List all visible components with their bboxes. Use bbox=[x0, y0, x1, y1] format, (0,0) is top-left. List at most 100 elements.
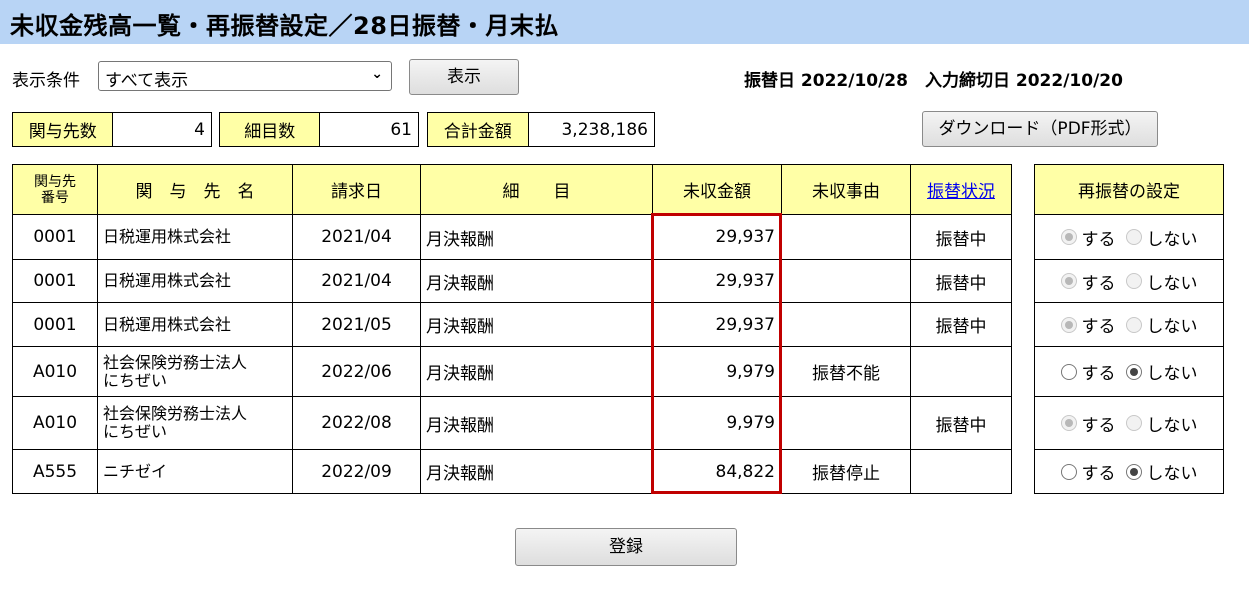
refund-cell: する しない bbox=[1034, 259, 1224, 303]
reason-cell: 振替不能 bbox=[781, 346, 911, 397]
radio-dot bbox=[1060, 229, 1077, 245]
refund-row: する しない bbox=[1034, 449, 1224, 494]
radio-dot[interactable] bbox=[1125, 363, 1142, 380]
unpaid-amount-cell: 9,979 bbox=[652, 346, 782, 397]
billing-date-cell: 2021/04 bbox=[292, 214, 421, 260]
total-amount-box: 合計金額 3,238,186 bbox=[427, 112, 655, 147]
filter-select[interactable]: すべて表示 ⌄ bbox=[98, 61, 392, 91]
item-cell: 月決報酬 bbox=[420, 214, 653, 260]
header-unpaid-amount: 未収金額 bbox=[652, 164, 782, 215]
refund-cell: する しない bbox=[1034, 346, 1224, 397]
client-name-cell: 社会保険労務士法人 にちぜい bbox=[97, 396, 293, 450]
transfer-status-link[interactable]: 振替状況 bbox=[927, 182, 995, 202]
refund-row: する しない bbox=[1034, 259, 1224, 303]
radio-dot[interactable] bbox=[1060, 363, 1077, 380]
page-title: 未収金残高一覧・再振替設定／28日振替・月末払 bbox=[10, 12, 559, 40]
radio-label: する bbox=[1081, 273, 1116, 294]
refund-no-radio: しない bbox=[1125, 411, 1198, 436]
reason-cell: 振替停止 bbox=[781, 449, 911, 494]
client-name-cell: 日税運用株式会社 bbox=[97, 259, 293, 303]
radio-label: する bbox=[1081, 229, 1116, 250]
unpaid-amount-cell: 84,822 bbox=[652, 449, 782, 494]
header-client-name: 関 与 先 名 bbox=[97, 164, 293, 215]
refund-yes-radio: する bbox=[1060, 225, 1116, 250]
client-no-cell: 0001 bbox=[12, 259, 98, 303]
radio-dot bbox=[1125, 415, 1142, 431]
refund-header-row: 再振替の設定 bbox=[1034, 164, 1224, 215]
radio-label: する bbox=[1081, 317, 1116, 337]
header-transfer-status[interactable]: 振替状況 bbox=[910, 164, 1012, 215]
refund-no-radio[interactable]: しない bbox=[1125, 459, 1198, 484]
table-row: 0001 日税運用株式会社 2021/04 月決報酬 29,937 振替中 bbox=[12, 214, 1012, 260]
refund-no-radio: しない bbox=[1125, 225, 1198, 250]
billing-date-cell: 2022/09 bbox=[292, 449, 421, 494]
refund-yes-radio: する bbox=[1060, 312, 1116, 337]
reason-cell bbox=[781, 302, 911, 347]
client-name-cell: 日税運用株式会社 bbox=[97, 214, 293, 260]
refund-yes-radio[interactable]: する bbox=[1060, 359, 1116, 384]
status-cell: 振替中 bbox=[910, 302, 1012, 347]
register-button[interactable]: 登録 bbox=[515, 528, 737, 566]
radio-dot bbox=[1125, 229, 1142, 245]
radio-dot bbox=[1060, 273, 1077, 289]
radio-label: しない bbox=[1146, 229, 1198, 250]
item-cell: 月決報酬 bbox=[420, 449, 653, 494]
reason-cell bbox=[781, 396, 911, 450]
items-count-box: 細目数 61 bbox=[219, 112, 419, 147]
refund-yes-radio: する bbox=[1060, 269, 1116, 294]
radio-label: しない bbox=[1146, 273, 1198, 294]
client-no-cell: 0001 bbox=[12, 302, 98, 347]
table-row: 0001 日税運用株式会社 2021/04 月決報酬 29,937 振替中 bbox=[12, 259, 1012, 303]
header-client-no: 関与先 番号 bbox=[12, 164, 98, 215]
table-row: 0001 日税運用株式会社 2021/05 月決報酬 29,937 振替中 bbox=[12, 302, 1012, 347]
refund-no-radio: しない bbox=[1125, 312, 1198, 337]
billing-date-cell: 2021/04 bbox=[292, 259, 421, 303]
header-billing-date: 請求日 bbox=[292, 164, 421, 215]
radio-dot bbox=[1125, 273, 1142, 289]
radio-dot[interactable] bbox=[1125, 463, 1142, 480]
radio-label: しない bbox=[1146, 415, 1198, 436]
refund-cell: する しない bbox=[1034, 214, 1224, 260]
item-cell: 月決報酬 bbox=[420, 396, 653, 450]
refund-cell: する しない bbox=[1034, 302, 1224, 347]
total-amount-value: 3,238,186 bbox=[561, 119, 648, 140]
status-cell: 振替中 bbox=[910, 214, 1012, 260]
refund-no-radio[interactable]: しない bbox=[1125, 359, 1198, 384]
table-row: A555 ニチゼイ 2022/09 月決報酬 84,822 振替停止 bbox=[12, 449, 1012, 494]
table-header-row: 関与先 番号 関 与 先 名 請求日 細 目 未収金額 未収事由 振替状況 bbox=[12, 164, 1012, 215]
download-pdf-button[interactable]: ダウンロード（PDF形式） bbox=[922, 111, 1158, 147]
chevron-down-icon: ⌄ bbox=[371, 66, 383, 82]
clients-count-box: 関与先数 4 bbox=[12, 112, 212, 147]
radio-label: しない bbox=[1146, 464, 1198, 484]
refund-yes-radio[interactable]: する bbox=[1060, 459, 1116, 484]
table-row: A010 社会保険労務士法人 にちぜい 2022/06 月決報酬 9,979 振替不能 bbox=[12, 346, 1012, 397]
refund-row: する しない bbox=[1034, 396, 1224, 450]
refund-row: する しない bbox=[1034, 346, 1224, 397]
billing-date-cell: 2021/05 bbox=[292, 302, 421, 347]
clients-count-value: 4 bbox=[194, 119, 205, 140]
show-button[interactable]: 表示 bbox=[409, 59, 519, 95]
refund-cell: する しない bbox=[1034, 449, 1224, 494]
refund-row: する しない bbox=[1034, 214, 1224, 260]
filter-select-value: すべて表示 bbox=[105, 71, 189, 91]
status-cell bbox=[910, 449, 1012, 494]
unpaid-amount-cell: 29,937 bbox=[652, 302, 782, 347]
radio-label: する bbox=[1081, 415, 1116, 436]
item-cell: 月決報酬 bbox=[420, 346, 653, 397]
header-item: 細 目 bbox=[420, 164, 653, 215]
unpaid-amount-cell: 9,979 bbox=[652, 396, 782, 450]
items-count-label: 細目数 bbox=[220, 113, 321, 146]
client-no-cell: 0001 bbox=[12, 214, 98, 260]
client-name-cell: 社会保険労務士法人 にちぜい bbox=[97, 346, 293, 397]
radio-label: しない bbox=[1146, 317, 1198, 337]
refund-cell: する しない bbox=[1034, 396, 1224, 450]
reason-cell bbox=[781, 259, 911, 303]
radio-label: する bbox=[1081, 364, 1116, 384]
refund-settings-table: 再振替の設定 する しない する しない する しない する しない する しない する しない bbox=[1034, 164, 1224, 494]
radio-dot[interactable] bbox=[1060, 463, 1077, 480]
refund-row: する しない bbox=[1034, 302, 1224, 347]
item-cell: 月決報酬 bbox=[420, 302, 653, 347]
header-reason: 未収事由 bbox=[781, 164, 911, 215]
refund-no-radio: しない bbox=[1125, 269, 1198, 294]
billing-date-cell: 2022/08 bbox=[292, 396, 421, 450]
